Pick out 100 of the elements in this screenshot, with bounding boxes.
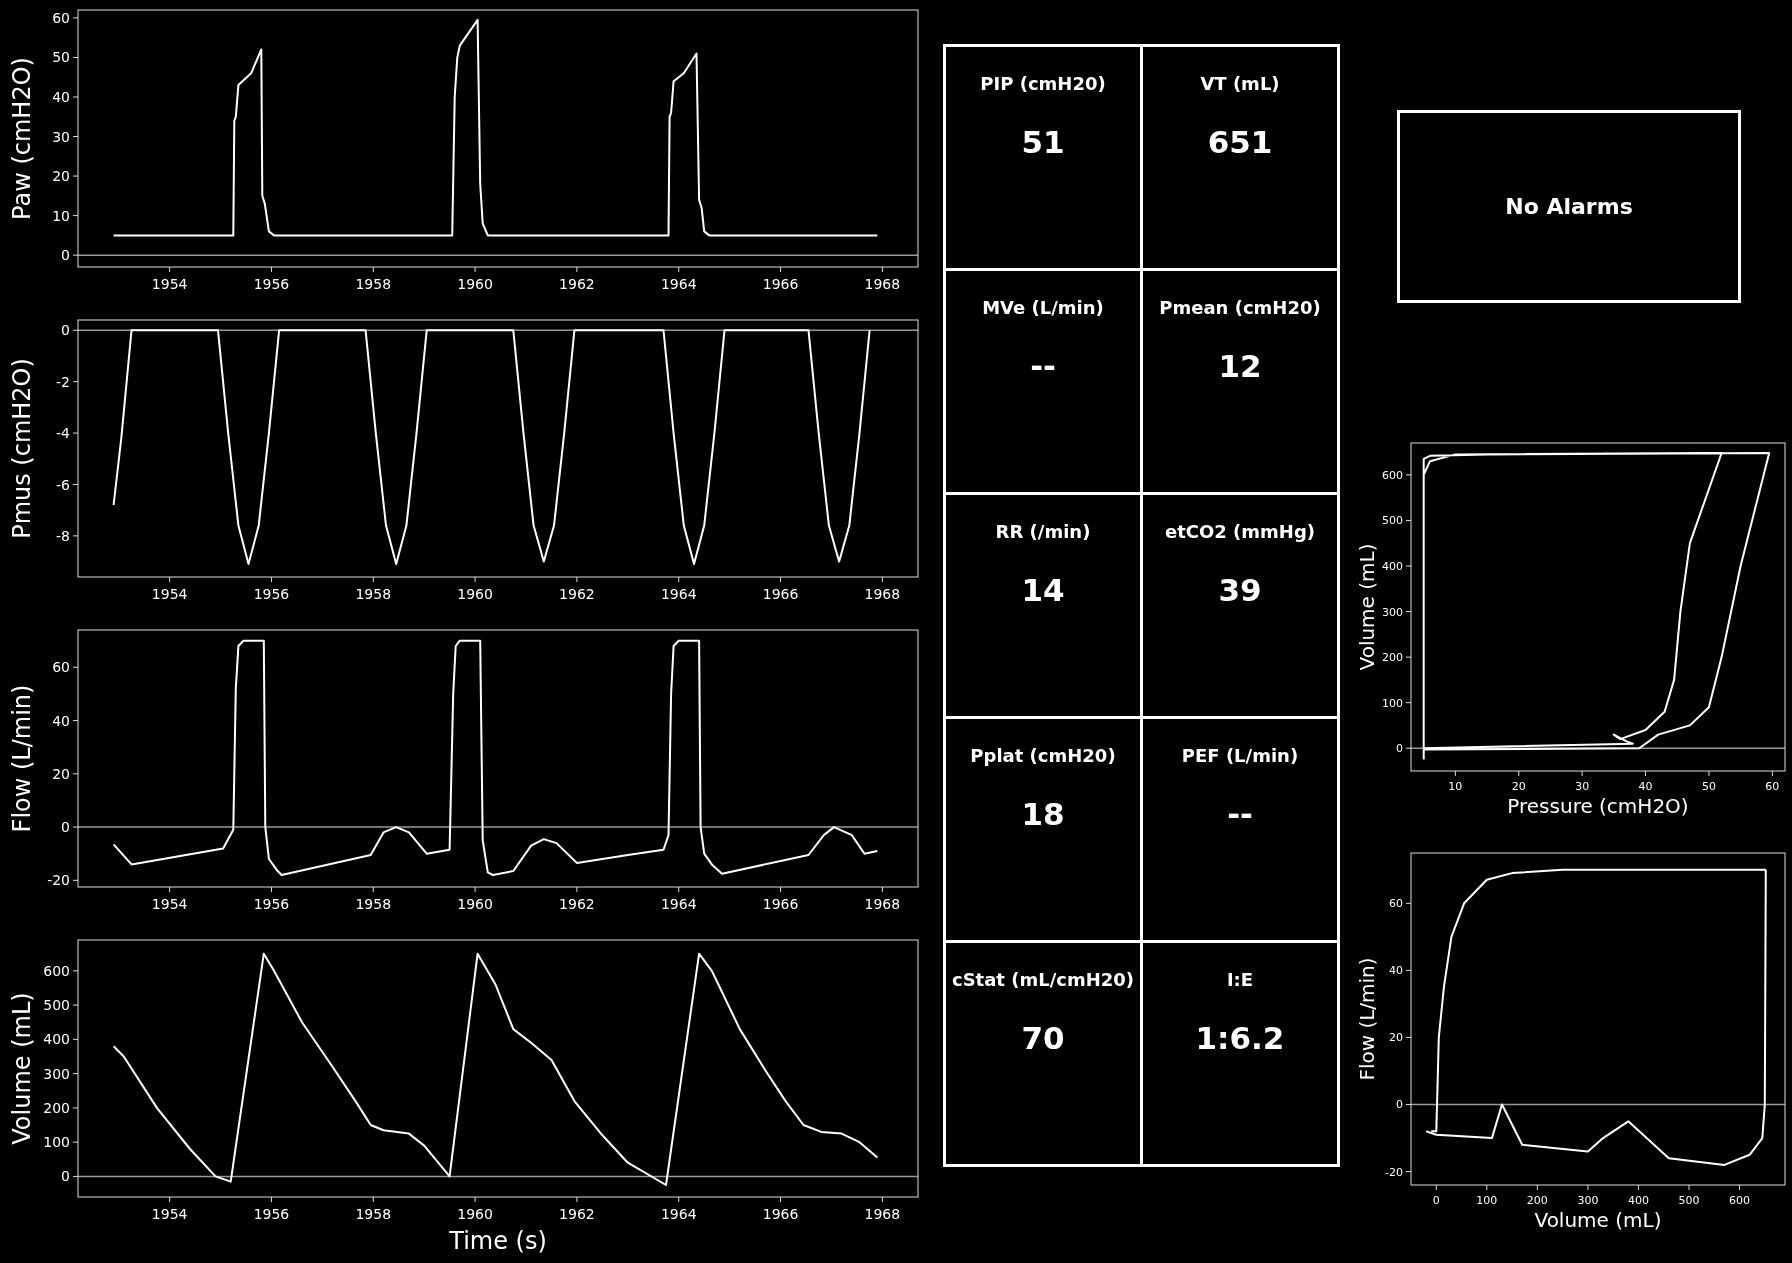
tick-label: 1966 [762,896,799,912]
tick-label: 40 [1389,964,1403,978]
tick-label: 1968 [864,1206,901,1222]
tick-label: 1960 [457,586,493,602]
metric-label: PEF (L/min) [1181,745,1299,766]
metric-value: 39 [1218,572,1262,608]
tick-label: 1966 [762,586,799,602]
tick-label: 50 [52,49,70,66]
metric-value: -- [1030,348,1056,384]
metric-value: 651 [1207,124,1273,160]
metric-value: -- [1227,796,1253,832]
tick-label: -2 [56,373,70,390]
tick-label: 20 [52,168,70,185]
tick-label: 0 [1432,1194,1440,1207]
metric-label: cStat (mL/cmH20) [951,969,1135,990]
tick-label: 300 [1382,605,1403,619]
tick-label: 0 [1396,742,1403,756]
tick-label: 400 [1627,1194,1649,1207]
tick-label: 60 [52,9,70,26]
tick-label: 0 [61,322,70,339]
tick-label: 1964 [660,1206,697,1222]
tick-label: 1962 [559,1206,595,1222]
tick-label: 600 [1729,1194,1750,1207]
tick-label: 0 [1396,1098,1403,1112]
tick-label: 1954 [151,276,188,292]
metric-value: 14 [1021,572,1065,608]
tick-label: 500 [1382,514,1403,528]
tick-label: 60 [1389,897,1403,911]
tick-label: 20 [1511,780,1526,793]
tick-label: -20 [1385,1165,1403,1179]
tick-label: 1956 [253,586,290,602]
tick-label: 1954 [151,1206,188,1222]
tick-label: 1966 [762,276,799,292]
metric-label: VT (mL) [1200,73,1280,94]
tick-label: -4 [56,425,70,442]
metric-label: etCO2 (mmHg) [1165,521,1315,542]
metric-label: Pplat (cmH20) [970,745,1116,766]
tick-label: -8 [56,527,70,544]
metric-label: PIP (cmH20) [980,73,1106,94]
tick-label: 50 [1701,780,1716,793]
tick-label: 60 [52,659,70,676]
tick-label: 100 [1382,696,1403,710]
tick-label: 1958 [355,586,392,602]
metric-value: 51 [1021,124,1065,160]
metric-label: I:E [1226,969,1254,990]
tick-label: 40 [1638,780,1653,793]
tick-label: 0 [61,247,70,264]
tick-label: 1964 [660,896,697,912]
tick-label: 1962 [559,896,595,912]
tick-label: -6 [56,476,70,493]
tick-label: 40 [52,89,70,105]
axis-label: Volume (mL) [1534,1208,1662,1232]
tick-label: 200 [1382,651,1403,665]
tick-label: 1956 [253,276,290,292]
tick-label: 300 [43,1065,70,1082]
tick-label: 0 [61,1168,70,1185]
tick-label: 1956 [253,896,290,912]
tick-label: 1958 [355,276,392,292]
axis-label: Paw (cmH2O) [8,57,36,220]
metric-label: Pmean (cmH20) [1159,297,1321,318]
tick-label: 600 [1382,468,1403,482]
metric-label: RR (/min) [995,521,1091,542]
tick-label: 200 [1526,1194,1548,1207]
tick-label: 600 [43,962,70,979]
metric-value: 18 [1021,796,1065,832]
metric-label: MVe (L/min) [982,297,1104,318]
axis-label: Volume (mL) [8,992,36,1145]
tick-label: 60 [1765,780,1780,793]
tick-label: 300 [1577,1194,1599,1207]
tick-label: 200 [43,1099,70,1116]
tick-label: 500 [43,997,70,1014]
tick-label: 30 [52,128,70,145]
tick-label: 1968 [864,896,901,912]
tick-label: 1968 [864,276,901,292]
axis-label: Volume (mL) [1355,543,1379,671]
tick-label: 1962 [559,586,595,602]
tick-label: 1968 [864,586,901,602]
tick-label: 30 [1575,780,1590,793]
tick-label: 1958 [355,1206,392,1222]
tick-label: 1960 [457,276,493,292]
tick-label: 1954 [151,586,188,602]
metric-value: 1:6.2 [1195,1020,1285,1056]
tick-label: 1966 [762,1206,799,1222]
tick-label: 10 [1448,780,1463,793]
axis-label: Flow (L/min) [1355,957,1379,1081]
metric-value: 12 [1218,348,1262,384]
tick-label: 20 [52,765,70,782]
tick-label: 1964 [660,586,697,602]
tick-label: 1958 [355,896,392,912]
tick-label: -20 [47,872,70,889]
metric-value: 70 [1021,1020,1065,1056]
tick-label: 400 [43,1031,70,1048]
axis-label: Pressure (cmH2O) [1507,794,1689,818]
tick-label: 100 [43,1134,70,1151]
tick-label: 1960 [457,896,493,912]
tick-label: 1956 [253,1206,290,1222]
tick-label: 20 [1389,1031,1403,1045]
tick-label: 400 [1382,559,1403,573]
tick-label: 0 [61,819,70,836]
tick-label: 10 [52,207,70,224]
